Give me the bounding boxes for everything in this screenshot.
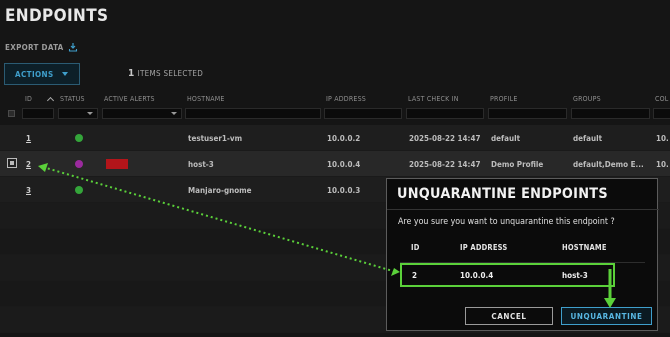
column-header-id[interactable]: ID [25,95,32,103]
export-data-link[interactable]: EXPORT DATA [5,42,78,52]
dialog-header-ip: IP ADDRESS [460,243,508,252]
filter-id[interactable] [22,108,54,119]
row-extra: 10. [656,160,669,169]
sort-ascending-icon[interactable] [46,96,55,105]
row-id-link[interactable]: 1 [26,134,31,143]
row-id-link[interactable]: 3 [26,186,31,195]
filter-ip-address[interactable] [324,108,402,119]
filter-extra[interactable] [653,108,670,119]
row-profile: Demo Profile [491,160,544,169]
row-groups: default [573,134,603,143]
cancel-button[interactable]: CANCEL [465,307,553,325]
row-ip: 10.0.0.3 [327,186,361,195]
row-checkbox[interactable] [7,158,17,168]
column-header-active-alerts[interactable]: ACTIVE ALERTS [104,95,155,103]
row-ip: 10.0.0.4 [327,160,361,169]
dialog-message: Are you sure you want to unquarantine th… [398,217,615,227]
column-header-ip-address[interactable]: IP ADDRESS [326,95,366,103]
selected-count-label: ITEMS SELECTED [137,69,204,78]
table-row[interactable]: 2 host-3 10.0.0.4 2025-08-22 14:47 Demo … [0,151,670,177]
row-hostname: host-3 [188,160,214,169]
dialog-header-id: ID [411,243,420,252]
column-header-groups[interactable]: GROUPS [573,95,601,103]
unquarantine-dialog: UNQUARANTINE ENDPOINTS Are you sure you … [386,178,659,331]
filter-last-check-in[interactable] [406,108,484,119]
dialog-title: UNQUARANTINE ENDPOINTS [397,186,608,202]
row-groups: default,Demo E... [573,160,644,169]
actions-label: ACTIONS [15,69,54,79]
column-header-status[interactable]: STATUS [60,95,85,103]
chevron-down-icon [61,72,68,76]
table-row[interactable]: 1 testuser1-vm 10.0.0.2 2025-08-22 14:47… [0,125,670,151]
status-online-icon [75,134,83,142]
filter-hostname[interactable] [185,108,321,119]
column-header-hostname[interactable]: HOSTNAME [187,95,225,103]
row-profile: default [491,134,521,143]
selected-count-value: 1 [128,68,135,79]
selection-count: 1 ITEMS SELECTED [128,68,203,79]
actions-dropdown-button[interactable]: ACTIONS [4,63,80,85]
highlight-box [400,263,615,287]
column-header-last-check-in[interactable]: LAST CHECK IN [408,95,459,103]
page-title: ENDPOINTS [5,6,109,26]
filter-active-alerts[interactable] [102,108,182,119]
dialog-divider [387,209,659,210]
row-last-check-in: 2025-08-22 14:47 [409,134,481,143]
filter-profile[interactable] [488,108,567,119]
column-header-profile[interactable]: PROFILE [490,95,518,103]
row-ip: 10.0.0.2 [327,134,361,143]
row-hostname: testuser1-vm [188,134,243,143]
select-all-checkbox[interactable] [8,110,15,117]
row-last-check-in: 2025-08-22 14:47 [409,160,481,169]
status-online-icon [75,186,83,194]
active-alert-badge[interactable] [106,159,128,169]
row-hostname: Manjaro-gnome [188,186,252,195]
row-id-link[interactable]: 2 [26,160,31,169]
unquarantine-button[interactable]: UNQUARANTINE [561,307,652,325]
filter-groups[interactable] [571,108,650,119]
row-extra: 10. [656,134,669,143]
download-icon [68,42,78,52]
status-quarantined-icon [75,160,83,168]
dialog-header-hostname: HOSTNAME [562,243,607,252]
export-data-label: EXPORT DATA [5,42,64,52]
column-header-extra[interactable]: COL [655,95,668,103]
filter-status[interactable] [58,108,98,119]
